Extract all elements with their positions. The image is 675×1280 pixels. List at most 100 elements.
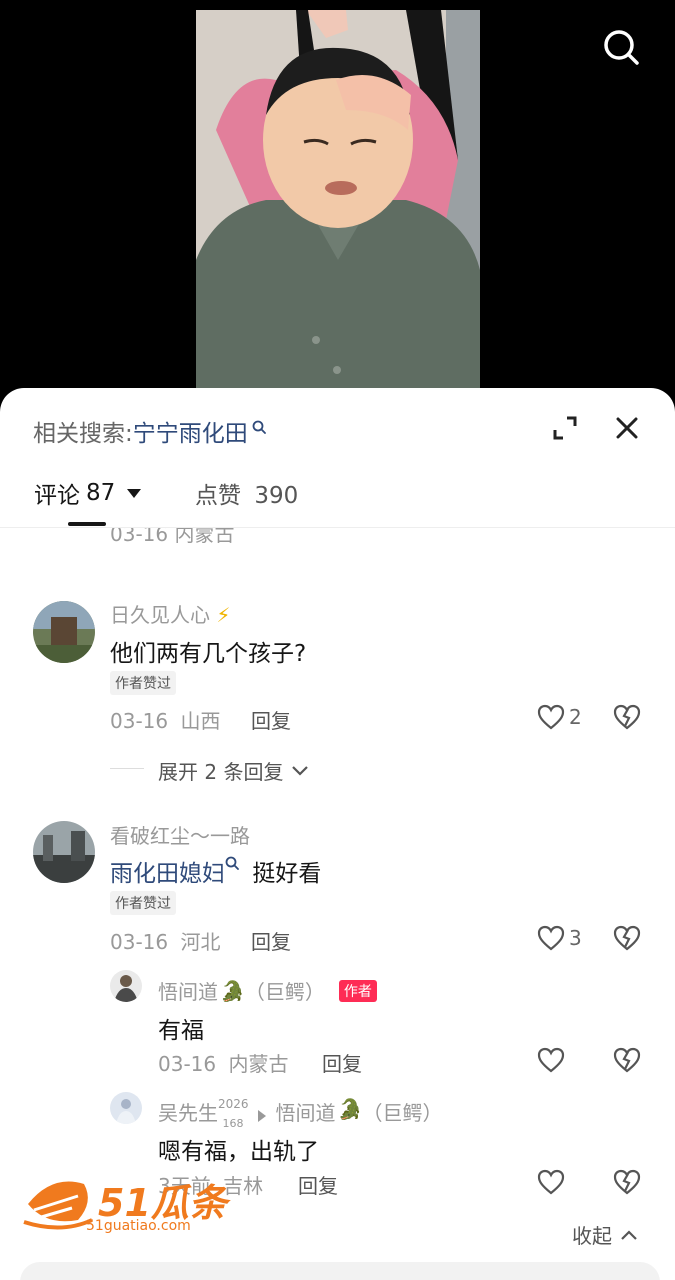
tab-comments-count: 87 (86, 480, 116, 506)
chevron-down-icon (292, 765, 309, 776)
reply-text: 有福 (158, 1018, 204, 1044)
reply-button[interactable]: 回复 (251, 705, 291, 734)
comment-location: 河北 (180, 930, 221, 954)
like-button[interactable] (537, 1047, 565, 1077)
comment-author[interactable]: 日久见人心 ⚡ (110, 599, 230, 628)
comment-date: 03-16 (110, 930, 169, 954)
like-count: 3 (569, 926, 582, 950)
reply-target-name[interactable]: 悟间道 (276, 1097, 336, 1126)
like-button[interactable]: 3 (537, 925, 582, 951)
video-player[interactable] (0, 0, 675, 400)
tab-likes[interactable]: 点赞 390 (195, 476, 298, 510)
tab-likes-count: 390 (254, 483, 299, 509)
related-search-term[interactable]: 宁宁雨化田 (133, 414, 248, 448)
expand-replies-label: 展开 2 条回复 (158, 760, 284, 784)
reply-meta: 03-16 内蒙古 (158, 1048, 288, 1077)
heart-icon (537, 1169, 565, 1195)
avatar-image (33, 601, 95, 663)
reply-author[interactable]: 悟间道 🐊 （巨鳄） 作者 (158, 976, 377, 1005)
avatar[interactable] (33, 601, 95, 663)
search-icon (604, 30, 639, 65)
heart-icon (537, 1047, 565, 1073)
reply-author[interactable]: 吴先生 2026 168 悟间道 🐊 （巨鳄） (158, 1097, 442, 1130)
collapse-label: 收起 (572, 1224, 612, 1248)
reply-author-suffix: （巨鳄） (244, 980, 325, 1004)
comment-sheet: 相关搜索: 宁宁雨化田 评论 87 点赞 390 03-16 内蒙古 日久见人心… (0, 388, 675, 1280)
reply-author-name: 悟间道 (158, 980, 218, 1004)
video-still (196, 10, 480, 388)
crocodile-icon: 🐊 (220, 978, 245, 1003)
author-badge: 作者 (338, 979, 377, 1002)
tab-comments-label: 评论 (34, 483, 80, 509)
avatar-image (110, 1092, 142, 1124)
reply-arrow-icon (257, 1109, 266, 1122)
related-search-label: 相关搜索: (33, 421, 133, 447)
crocodile-icon: 🐊 (337, 1097, 363, 1121)
video-frame[interactable] (196, 10, 480, 388)
search-button[interactable] (600, 26, 642, 68)
tab-comments[interactable]: 评论 87 (34, 476, 142, 510)
comment-author-name: 日久见人心 (110, 603, 210, 627)
dislike-button[interactable] (613, 1169, 641, 1199)
reply-button[interactable]: 回复 (322, 1048, 362, 1077)
comment-meta: 03-16 山西 (110, 705, 220, 734)
like-button[interactable]: 2 (537, 704, 582, 730)
dislike-button[interactable] (613, 704, 641, 734)
comment-text: 他们两有几个孩子? (110, 641, 307, 667)
search-icon (225, 856, 239, 870)
dislike-icon (613, 1169, 641, 1195)
reply-author-superscript: 2026 (218, 1097, 249, 1111)
close-icon (616, 417, 638, 439)
avatar[interactable] (33, 821, 95, 883)
reply-date: 03-16 (158, 1052, 217, 1076)
avatar[interactable] (110, 1092, 142, 1124)
mention-link[interactable]: 雨化田媳妇 (110, 861, 225, 887)
comment-author[interactable]: 看破红尘～一路 (110, 820, 250, 849)
reply-text: 嗯有福，出轨了 (158, 1139, 319, 1165)
reply-target-suffix: （巨鳄） (362, 1101, 443, 1125)
chevron-up-icon (621, 1229, 637, 1240)
expand-button[interactable] (551, 414, 579, 442)
dislike-icon (613, 704, 641, 730)
watermark-logo: 51瓜条 51guatiao.com (22, 1170, 242, 1240)
reply-author-name: 吴先生 (158, 1101, 218, 1125)
comment-meta: 03-16 河北 (110, 926, 220, 955)
reply-location: 内蒙古 (228, 1052, 289, 1076)
comment-tabs: 评论 87 点赞 390 (0, 470, 675, 528)
comment-meta: 03-16 内蒙古 (110, 528, 235, 546)
author-liked-badge: 作者赞过 (110, 671, 176, 695)
reply-button[interactable]: 回复 (298, 1170, 338, 1199)
search-icon (252, 420, 266, 434)
comment-body: 挺好看 (252, 861, 322, 887)
comment-date: 03-16 (110, 709, 169, 733)
comment-list[interactable]: 03-16 内蒙古 日久见人心 ⚡ 他们两有几个孩子? 作者赞过 03-16 山… (0, 528, 675, 1280)
collapse-replies-button[interactable]: 收起 (572, 1220, 638, 1249)
like-count: 2 (569, 705, 582, 729)
lightning-icon: ⚡ (216, 603, 231, 627)
watermark-url: 51guatiao.com (86, 1218, 191, 1234)
related-search[interactable]: 相关搜索: 宁宁雨化田 (33, 414, 266, 448)
avatar-image (110, 970, 142, 1002)
author-liked-badge: 作者赞过 (110, 891, 176, 915)
comment-text: 雨化田媳妇 挺好看 (110, 854, 321, 888)
expand-icon (553, 416, 577, 440)
heart-icon (537, 704, 565, 730)
chevron-down-icon (127, 488, 142, 498)
tab-likes-label: 点赞 (195, 483, 241, 509)
reply-button[interactable]: 回复 (251, 926, 291, 955)
close-button[interactable] (614, 415, 640, 441)
expand-replies-button[interactable]: 展开 2 条回复 (158, 756, 309, 785)
divider (110, 768, 144, 769)
reply-author-subscript: 168 (222, 1117, 244, 1130)
active-tab-indicator (68, 522, 106, 526)
like-button[interactable] (537, 1169, 565, 1199)
avatar-image (33, 821, 95, 883)
comment-location: 山西 (180, 709, 221, 733)
comment-input[interactable] (20, 1262, 660, 1280)
dislike-icon (613, 925, 641, 951)
dislike-button[interactable] (613, 1047, 641, 1077)
avatar[interactable] (110, 970, 142, 1002)
dislike-button[interactable] (613, 925, 641, 955)
dislike-icon (613, 1047, 641, 1073)
heart-icon (537, 925, 565, 951)
